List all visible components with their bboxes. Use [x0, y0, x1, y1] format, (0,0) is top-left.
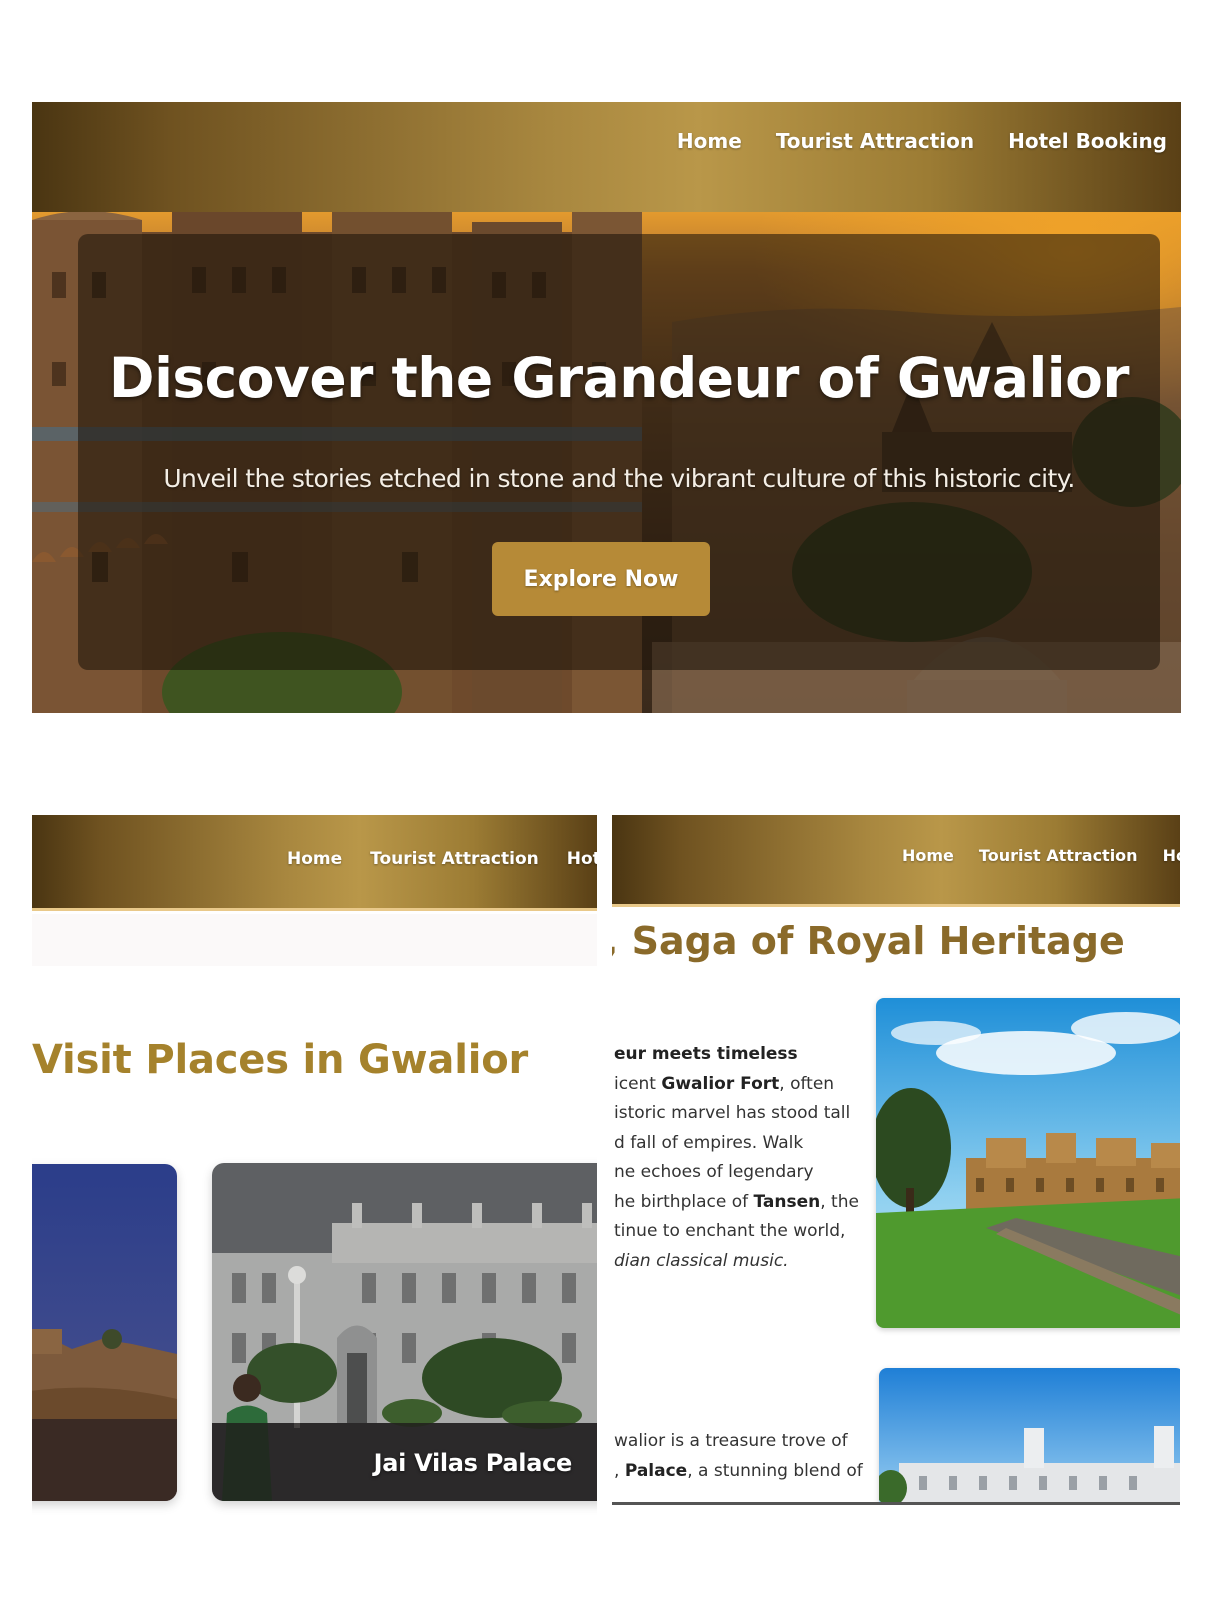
- royal-heritage-heading: , Saga of Royal Heritage: [612, 919, 1125, 963]
- jai-vilas-description: walior is a treasure trove of , Palace, …: [614, 1427, 864, 1497]
- hero-title: Discover the Grandeur of Gwalior: [108, 346, 1130, 410]
- hero-banner: Discover the Grandeur of Gwalior Unveil …: [32, 212, 1181, 713]
- paragraph-line: eur meets timeless: [614, 1044, 798, 1064]
- main-nav: Home Tourist Attraction Hotel Booking: [677, 102, 1167, 180]
- nav-hotel-booking-link[interactable]: Hote: [1163, 846, 1180, 865]
- hero-subtitle: Unveil the stories etched in stone and t…: [163, 464, 1075, 493]
- nav-tourist-attraction-link[interactable]: Tourist Attraction: [979, 846, 1138, 865]
- jai-vilas-palace-image: [879, 1368, 1180, 1502]
- visit-places-heading: Visit Places in Gwalior: [32, 1037, 529, 1083]
- paragraph-line: ne echoes of legendary: [614, 1162, 814, 1182]
- nav-tourist-attraction-link[interactable]: Tourist Attraction: [776, 129, 974, 153]
- visit-places-screenshot: Home Tourist Attraction Hotel Visit Plac…: [32, 815, 597, 1515]
- nav-tourist-attraction-link[interactable]: Tourist Attraction: [370, 849, 539, 869]
- royal-heritage-screenshot: Home Tourist Attraction Hote , Saga of R…: [612, 815, 1180, 1505]
- top-navbar: Home Tourist Attraction Hotel Booking: [32, 102, 1181, 212]
- paragraph-line: d fall of empires. Walk: [614, 1132, 804, 1153]
- top-navbar: Home Tourist Attraction Hote: [612, 815, 1180, 907]
- nav-hotel-booking-link[interactable]: Hotel Booking: [1008, 129, 1167, 153]
- place-card-gwalior-fort[interactable]: [32, 1164, 177, 1501]
- paragraph-line: walior is a treasure trove of: [614, 1431, 848, 1451]
- fort-hill-image: [32, 1164, 177, 1501]
- nav-home-link[interactable]: Home: [287, 849, 342, 869]
- palace-bold: Palace: [624, 1460, 688, 1481]
- nav-home-link[interactable]: Home: [677, 129, 742, 153]
- paragraph-line: he birthplace of Tansen, the: [614, 1191, 859, 1212]
- paragraph-line: dian classical music.: [614, 1250, 789, 1271]
- explore-now-button[interactable]: Explore Now: [492, 542, 710, 616]
- jai-vilas-palace-photo: [879, 1368, 1180, 1502]
- paragraph-line: icent Gwalior Fort, often: [614, 1073, 835, 1094]
- paragraph-line: tinue to enchant the world,: [614, 1221, 846, 1241]
- gwalior-fort-photo: [876, 998, 1180, 1328]
- gwalior-fort-bold: Gwalior Fort: [661, 1073, 780, 1094]
- tansen-bold: Tansen: [753, 1191, 821, 1212]
- gwalior-fort-description: eur meets timeless icent Gwalior Fort, o…: [614, 1040, 864, 1290]
- paragraph-line: , Palace, a stunning blend of: [614, 1460, 863, 1481]
- section-spacer: [32, 914, 597, 966]
- place-card-jai-vilas-palace[interactable]: Jai Vilas Palace: [212, 1163, 597, 1501]
- paragraph-line: istoric marvel has stood tall: [614, 1103, 851, 1123]
- top-navbar: Home Tourist Attraction Hotel: [32, 815, 597, 911]
- hero-screenshot: Home Tourist Attraction Hotel Booking Di…: [32, 102, 1181, 713]
- card-title: Jai Vilas Palace: [373, 1449, 573, 1477]
- gwalior-fort-image: [876, 998, 1180, 1328]
- nav-home-link[interactable]: Home: [902, 846, 954, 865]
- main-nav: Home Tourist Attraction Hotel: [287, 831, 597, 887]
- main-nav: Home Tourist Attraction Hote: [902, 827, 1180, 883]
- nav-hotel-booking-link[interactable]: Hotel: [567, 849, 597, 869]
